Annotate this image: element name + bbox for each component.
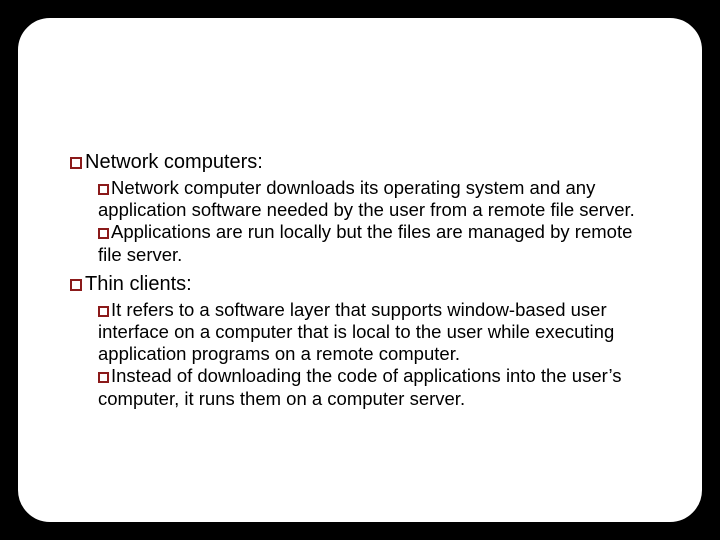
slide-content: Network computers: Network computer down… [70,150,654,416]
list-item: It refers to a software layer that suppo… [98,299,654,366]
list-item: Applications are run locally but the fil… [98,221,654,265]
square-bullet-icon [70,157,82,169]
square-bullet-icon [98,184,109,195]
section-heading: Thin clients: [70,272,654,297]
section-heading: Network computers: [70,150,654,175]
heading-text: Network computers: [85,151,263,173]
section-items: Network computer downloads its operating… [98,177,654,266]
item-text: Applications are run locally but the fil… [98,221,632,264]
item-text: Instead of downloading the code of appli… [98,365,621,408]
item-text: It refers to a software layer that suppo… [98,299,614,364]
square-bullet-icon [70,279,82,291]
section-items: It refers to a software layer that suppo… [98,299,654,410]
square-bullet-icon [98,306,109,317]
item-text: Network computer downloads its operating… [98,177,635,220]
square-bullet-icon [98,228,109,239]
list-item: Instead of downloading the code of appli… [98,365,654,409]
square-bullet-icon [98,372,109,383]
heading-text: Thin clients: [85,273,192,295]
list-item: Network computer downloads its operating… [98,177,654,221]
slide-frame: Network computers: Network computer down… [16,16,704,524]
